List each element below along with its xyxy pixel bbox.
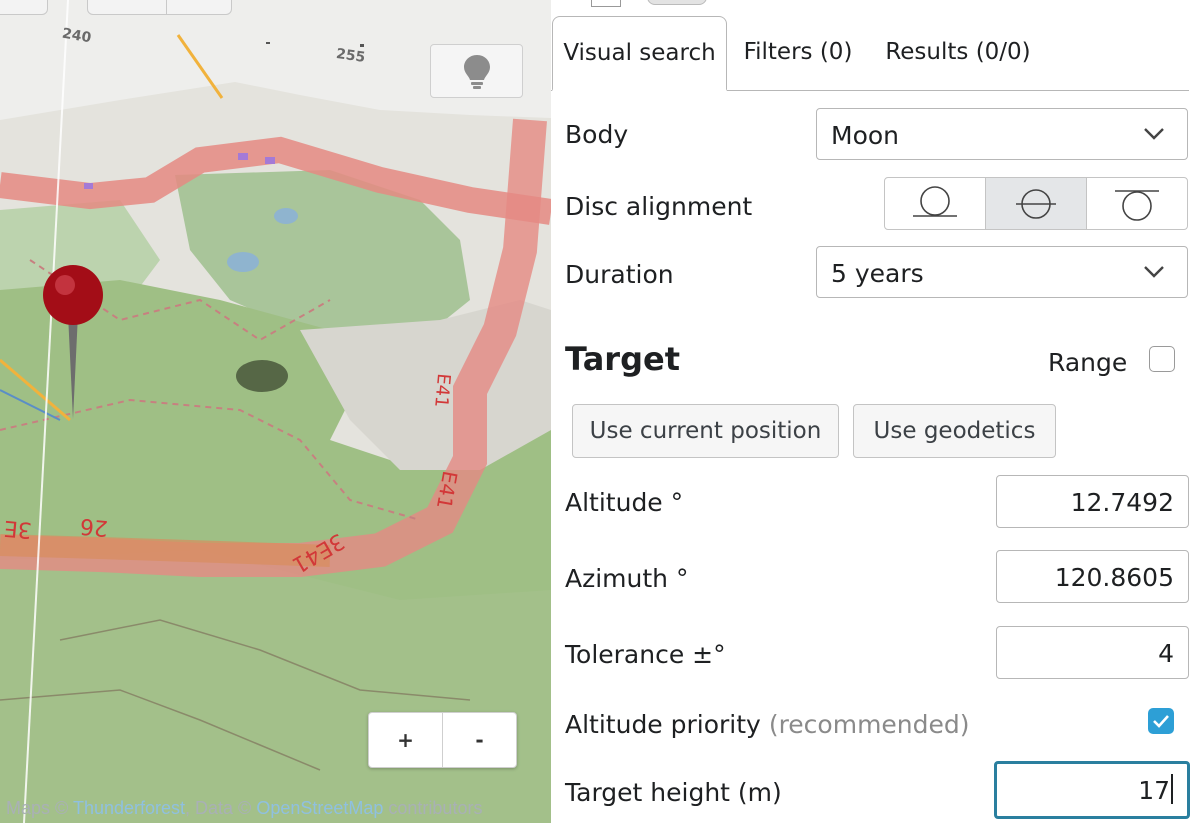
target-height-label: Target height (m) (565, 778, 782, 807)
target-height-value: 17 (1138, 776, 1170, 805)
duration-select[interactable]: 5 years (816, 246, 1188, 298)
attribution-suffix: contributors (383, 798, 483, 818)
disc-bottom-edge-icon (913, 185, 957, 217)
map-view[interactable]: 240 255 26 3E 3E41 E41 E41 + - Maps © Th… (0, 0, 551, 823)
attribution-data: , Data © (185, 798, 257, 818)
road-label: 3E (2, 514, 33, 543)
range-label: Range (1048, 348, 1128, 377)
openstreetmap-link[interactable]: OpenStreetMap (256, 798, 383, 818)
location-pin-icon[interactable] (40, 264, 110, 424)
altitude-priority-text: Altitude priority (565, 710, 761, 739)
duration-select-value: 5 years (831, 259, 924, 288)
thunderforest-link[interactable]: Thunderforest (73, 798, 185, 818)
tolerance-label: Tolerance ±° (565, 640, 726, 669)
target-heading: Target (565, 340, 680, 378)
tab-filters[interactable]: Filters (0) (737, 16, 859, 88)
road-label: E41 (430, 372, 455, 409)
target-height-input[interactable]: 17 (994, 761, 1190, 819)
lightbulb-icon (463, 55, 490, 89)
body-select[interactable]: Moon (816, 108, 1188, 160)
disc-top-edge-icon (1115, 189, 1159, 221)
zoom-in-button[interactable]: + (369, 713, 442, 767)
disc-alignment-label: Disc alignment (565, 192, 753, 221)
disc-align-bottom-option[interactable] (885, 178, 985, 229)
tab-results[interactable]: Results (0/0) (881, 16, 1035, 88)
text-caret (1171, 774, 1173, 804)
body-select-value: Moon (831, 121, 900, 150)
zoom-out-button[interactable]: - (442, 713, 516, 767)
altitude-priority-label: Altitude priority (recommended) (565, 710, 970, 739)
disc-center-icon (1016, 188, 1056, 219)
hint-button[interactable] (430, 44, 523, 98)
panel-top-button[interactable] (647, 0, 707, 5)
map-attribution: Maps © Thunderforest, Data © OpenStreetM… (6, 798, 482, 819)
chevron-down-icon (1144, 128, 1164, 140)
search-panel: Visual search Filters (0) Results (0/0) … (551, 0, 1200, 833)
azimuth-input[interactable]: 120.8605 (996, 550, 1189, 603)
chevron-down-icon (1144, 266, 1164, 278)
altitude-priority-checkbox[interactable] (1148, 708, 1174, 734)
use-current-position-button[interactable]: Use current position (572, 404, 839, 458)
zoom-control: + - (368, 712, 517, 768)
azimuth-label: Azimuth ° (565, 564, 689, 593)
tab-visual-search[interactable]: Visual search (552, 16, 727, 91)
altitude-label: Altitude ° (565, 488, 684, 517)
panel-top-icon (591, 0, 621, 7)
disc-alignment-toggle (884, 177, 1188, 230)
altitude-priority-note: (recommended) (768, 710, 970, 739)
body-label: Body (565, 120, 629, 149)
duration-label: Duration (565, 260, 674, 289)
checkmark-icon (1153, 715, 1169, 728)
tab-bar: Visual search Filters (0) Results (0/0) (551, 16, 1189, 91)
disc-align-top-option[interactable] (1086, 178, 1187, 229)
range-checkbox[interactable] (1149, 346, 1175, 372)
map-control-button[interactable] (87, 0, 232, 15)
altitude-input[interactable]: 12.7492 (996, 475, 1189, 528)
tolerance-input[interactable]: 4 (996, 626, 1189, 679)
attribution-prefix: Maps © (6, 798, 73, 818)
road-label: 26 (78, 512, 110, 541)
use-geodetics-button[interactable]: Use geodetics (853, 404, 1056, 458)
disc-align-center-option[interactable] (985, 178, 1086, 229)
map-control-button[interactable] (0, 0, 48, 15)
